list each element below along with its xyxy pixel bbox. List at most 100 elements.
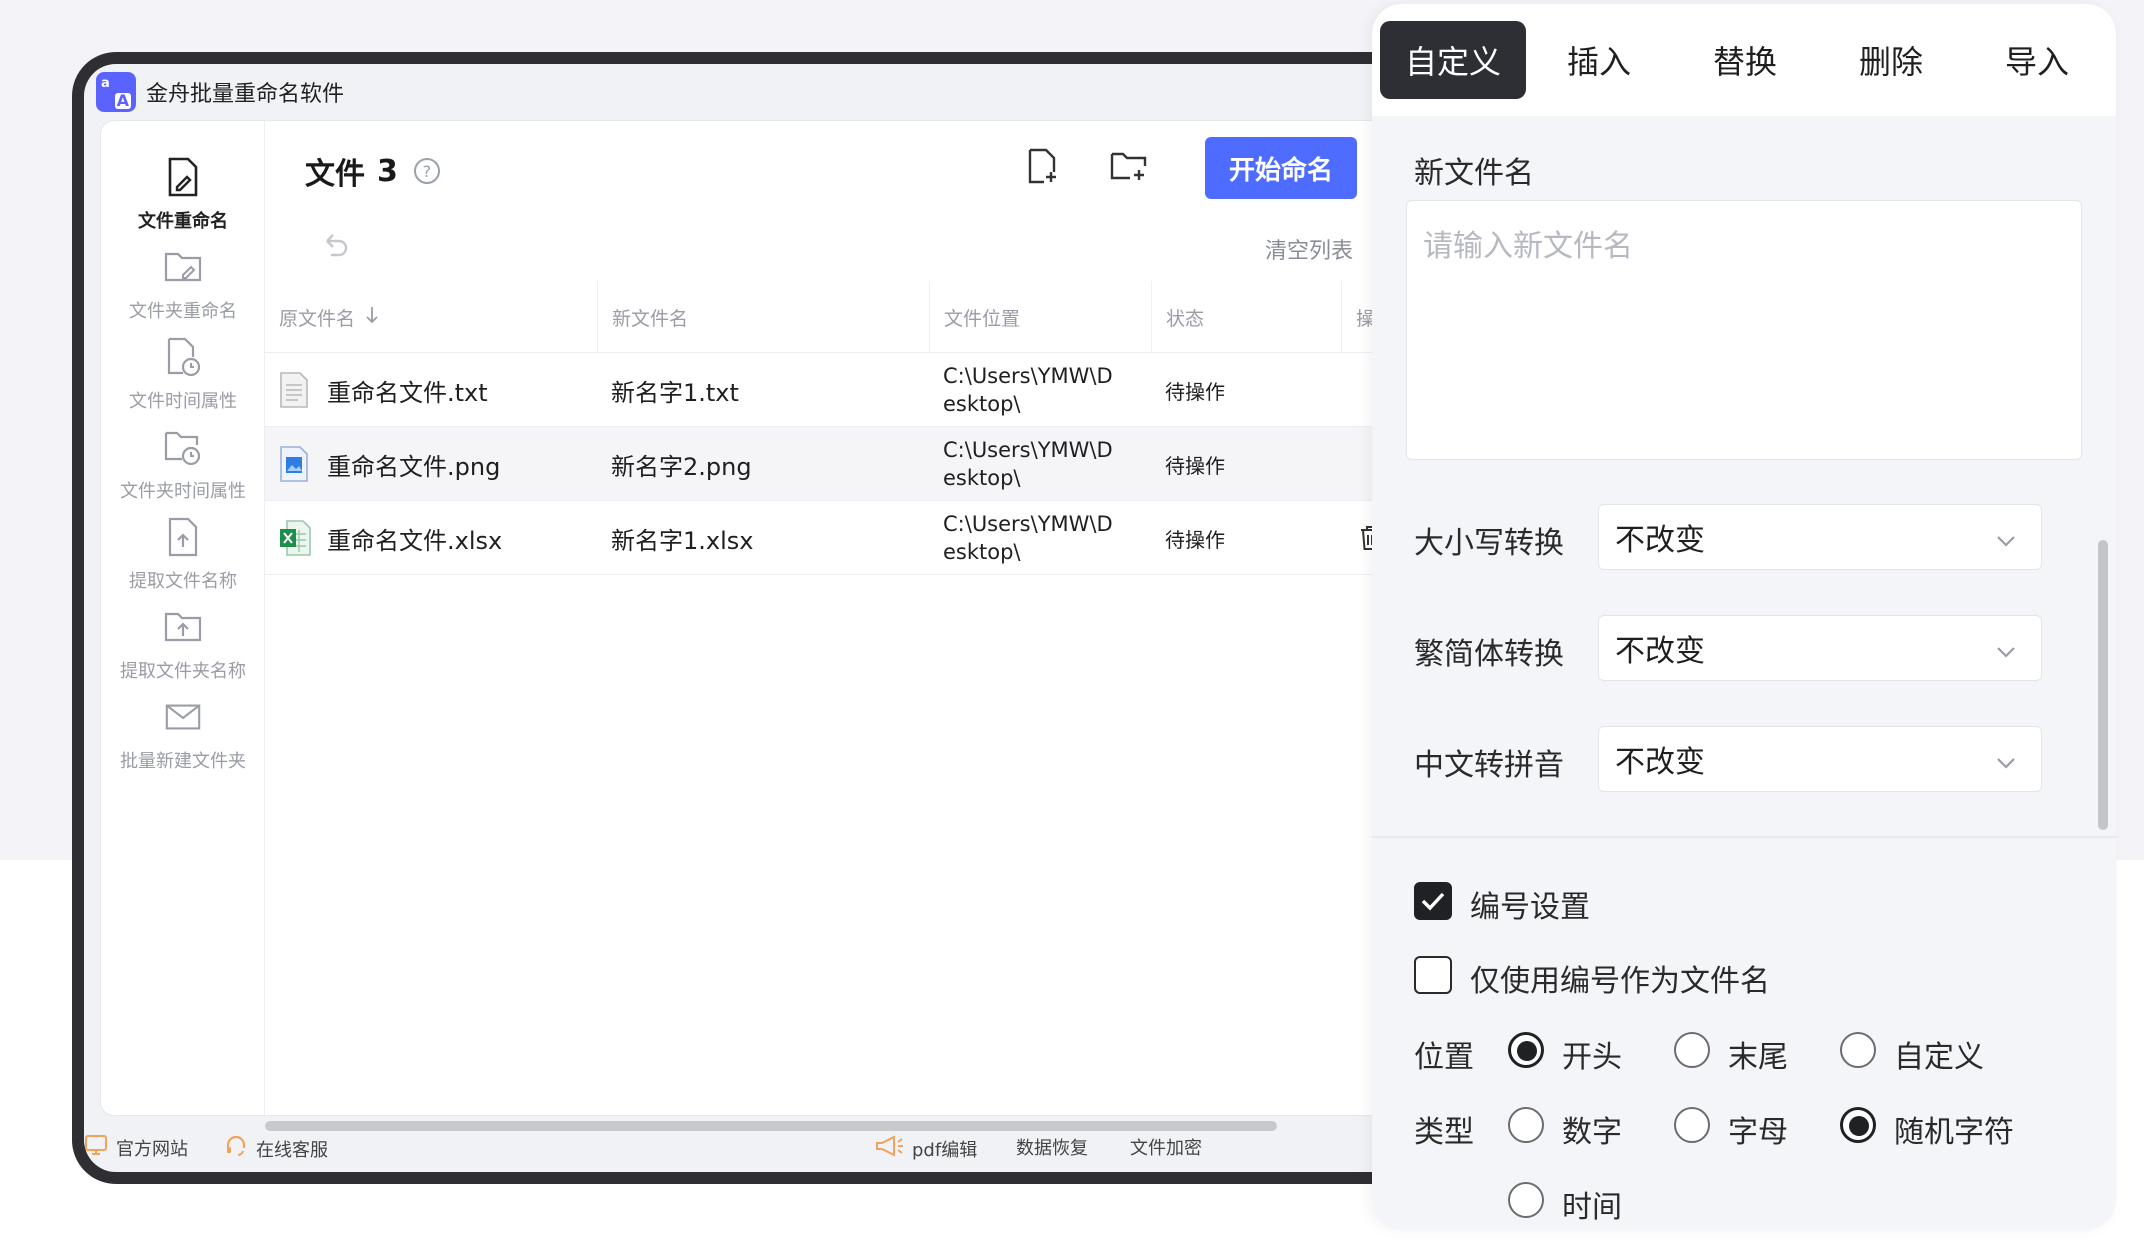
tab-replace[interactable]: 替换 — [1672, 21, 1818, 99]
app-window: a A 金舟批量重命名软件 文件重命名 文件夹重命名 文件时间属性 文件夹时间属… — [84, 64, 1514, 1172]
monitor-icon — [84, 1134, 108, 1161]
column-header-location: 文件位置 — [929, 281, 1151, 353]
help-icon[interactable]: ? — [413, 158, 440, 184]
file-time-icon — [163, 335, 203, 379]
type-radio-random[interactable] — [1840, 1107, 1876, 1143]
trad-simp-label: 繁简体转换 — [1414, 637, 1564, 672]
new-name-cell: 新名字1.xlsx — [611, 526, 754, 555]
new-name-input[interactable]: 请输入新文件名 — [1406, 200, 2082, 460]
status-cell: 待操作 — [1165, 527, 1225, 552]
type-option-label: 字母 — [1728, 1115, 1788, 1150]
tab-import[interactable]: 导入 — [1964, 21, 2110, 99]
position-radio-start[interactable] — [1508, 1032, 1544, 1068]
column-header-status: 状态 — [1151, 281, 1341, 353]
pinyin-select[interactable]: 不改变 — [1598, 726, 2042, 792]
position-option-label: 开头 — [1562, 1040, 1622, 1075]
page-title: 文件 3 ? — [305, 149, 440, 193]
online-support-label: 在线客服 — [256, 1139, 328, 1161]
pinyin-label: 中文转拼音 — [1414, 748, 1564, 783]
tab-custom[interactable]: 自定义 — [1380, 21, 1526, 99]
column-label: 文件位置 — [944, 307, 1021, 330]
type-radio-time[interactable] — [1508, 1182, 1544, 1218]
file-list-panel: 文件 3 ? 开始命名 清空列表 原文件名 新文件名 文件位置 状态 操 重命名… — [265, 121, 1514, 1131]
type-option-label: 时间 — [1562, 1190, 1622, 1225]
type-radio-number[interactable] — [1508, 1107, 1544, 1143]
official-website-label: 官方网站 — [116, 1138, 188, 1160]
table-row[interactable]: 重命名文件.xlsx 新名字1.xlsx C:\Users\YMW\Deskto… — [265, 501, 1514, 575]
folder-time-icon — [163, 425, 203, 469]
table-row[interactable]: 重命名文件.png 新名字2.png C:\Users\YMW\Desktop\… — [265, 427, 1514, 501]
official-website-link[interactable]: 官方网站 — [84, 1134, 188, 1161]
sidebar-item-label: 文件夹重命名 — [129, 301, 237, 322]
file-encrypt-link[interactable]: 文件加密 — [1130, 1134, 1202, 1160]
status-cell: 待操作 — [1165, 379, 1225, 404]
tab-delete[interactable]: 删除 — [1818, 21, 1964, 99]
case-conversion-select[interactable]: 不改变 — [1598, 504, 2042, 570]
tab-insert[interactable]: 插入 — [1526, 21, 1672, 99]
clear-list-button[interactable]: 清空列表 — [1265, 233, 1353, 265]
sidebar: 文件重命名 文件夹重命名 文件时间属性 文件夹时间属性 提取文件名称 提取文件夹… — [101, 121, 265, 1115]
position-option-label: 自定义 — [1894, 1040, 1984, 1075]
case-conversion-label: 大小写转换 — [1414, 526, 1564, 561]
column-label: 原文件名 — [279, 307, 356, 330]
original-name-cell: 重命名文件.xlsx — [279, 501, 502, 575]
tab-bar: 自定义 插入 替换 删除 导入 — [1372, 4, 2116, 116]
numbering-checkbox[interactable] — [1414, 882, 1452, 920]
txt-file-icon — [279, 372, 309, 408]
app-logo-icon: a A — [96, 72, 136, 112]
sort-down-icon[interactable] — [365, 306, 379, 329]
pdf-edit-label: pdf编辑 — [912, 1139, 978, 1161]
sidebar-item-batch-new-folder[interactable]: 批量新建文件夹 — [101, 681, 265, 791]
megaphone-icon — [874, 1134, 904, 1163]
status-cell: 待操作 — [1165, 453, 1225, 478]
type-radio-letter[interactable] — [1674, 1107, 1710, 1143]
case-conversion-value: 不改变 — [1615, 523, 1705, 558]
only-number-checkbox[interactable] — [1414, 956, 1452, 994]
sidebar-item-label: 文件时间属性 — [129, 391, 237, 412]
chevron-down-icon — [1995, 747, 2017, 769]
file-location-cell: C:\Users\YMW\Desktop\ — [943, 364, 1113, 416]
original-name-cell: 重命名文件.png — [279, 427, 500, 501]
start-rename-button[interactable]: 开始命名 — [1205, 137, 1357, 199]
add-folder-icon[interactable] — [1107, 145, 1151, 189]
undo-icon[interactable] — [319, 229, 351, 261]
original-name: 重命名文件.png — [327, 452, 501, 481]
add-file-icon[interactable] — [1021, 145, 1065, 189]
logo-letter-a: a — [101, 76, 110, 91]
original-name: 重命名文件.txt — [327, 378, 488, 407]
only-number-label: 仅使用编号作为文件名 — [1470, 964, 1770, 999]
column-header-new-name: 新文件名 — [597, 281, 929, 353]
checkmark-icon — [1421, 892, 1445, 911]
online-support-link[interactable]: 在线客服 — [224, 1134, 328, 1163]
footer-bar: 官方网站 在线客服 pdf编辑 数据恢复 文件加密 — [84, 1116, 1514, 1172]
app-title: 金舟批量重命名软件 — [146, 82, 345, 107]
original-name-cell: 重命名文件.txt — [279, 353, 488, 427]
data-recovery-label: 数据恢复 — [1016, 1138, 1088, 1159]
rename-settings-panel: 自定义 插入 替换 删除 导入 新文件名 请输入新文件名 大小写转换 不改变 繁… — [1372, 4, 2116, 1230]
new-name-label: 新文件名 — [1414, 156, 1534, 191]
sidebar-item-label: 提取文件夹名称 — [120, 661, 246, 682]
trad-simp-select[interactable]: 不改变 — [1598, 615, 2042, 681]
column-label: 状态 — [1166, 307, 1205, 330]
pdf-edit-link[interactable]: pdf编辑 — [874, 1134, 977, 1163]
sidebar-item-label: 文件夹时间属性 — [120, 481, 246, 502]
vertical-scrollbar[interactable] — [2098, 540, 2108, 830]
table-header: 原文件名 新文件名 文件位置 状态 操 — [265, 281, 1514, 353]
column-label: 新文件名 — [612, 307, 689, 330]
xlsx-file-icon — [279, 520, 311, 556]
table-row[interactable]: 重命名文件.txt 新名字1.txt C:\Users\YMW\Desktop\… — [265, 353, 1514, 427]
folder-rename-icon — [163, 245, 203, 289]
sidebar-item-label: 批量新建文件夹 — [120, 751, 246, 772]
position-label: 位置 — [1414, 1040, 1474, 1075]
extract-file-name-icon — [163, 515, 203, 559]
column-header-original-name[interactable]: 原文件名 — [265, 281, 597, 353]
section-divider — [1372, 836, 2116, 838]
file-rename-icon — [163, 155, 203, 199]
sidebar-item-label: 提取文件名称 — [129, 571, 237, 592]
extract-folder-name-icon — [163, 605, 203, 649]
logo-letter-A: A — [114, 91, 131, 110]
position-option-label: 末尾 — [1728, 1040, 1788, 1075]
data-recovery-link[interactable]: 数据恢复 — [1016, 1134, 1088, 1160]
position-radio-end[interactable] — [1674, 1032, 1710, 1068]
position-radio-custom[interactable] — [1840, 1032, 1876, 1068]
